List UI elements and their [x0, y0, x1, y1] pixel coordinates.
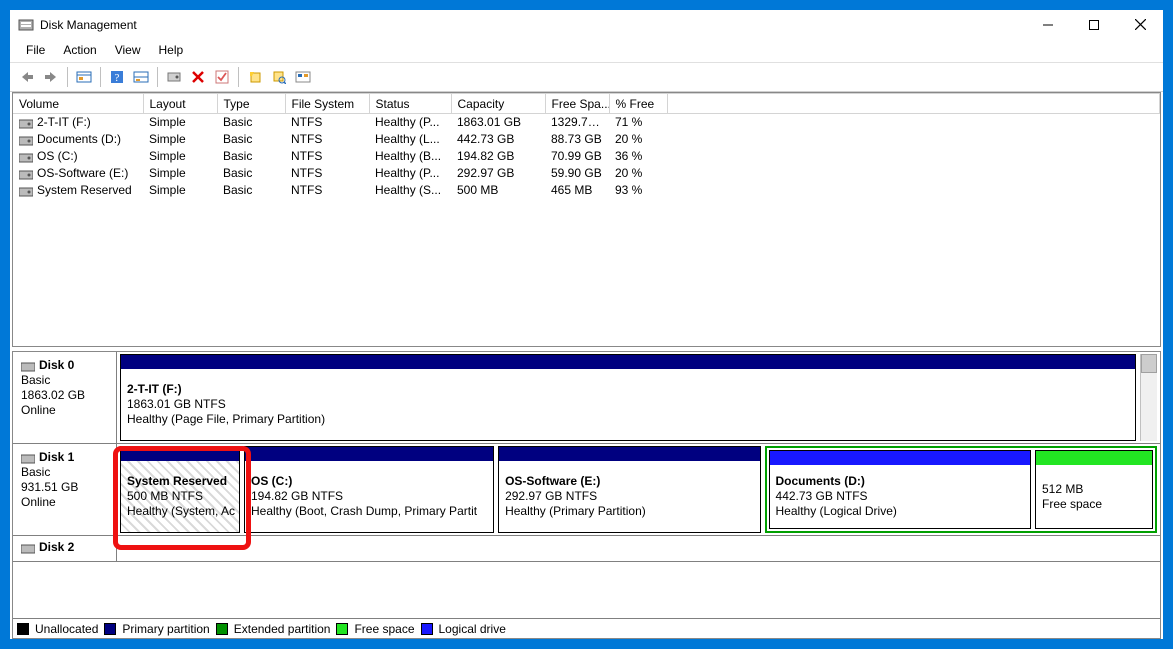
toolbar-disk-icon[interactable] [163, 66, 185, 88]
disk-icon [21, 361, 35, 371]
menu-action[interactable]: Action [55, 41, 104, 59]
disk-icon [21, 453, 35, 463]
disk-icon [21, 543, 35, 553]
legend-freespace: Free space [354, 622, 414, 636]
checkmark-icon[interactable] [211, 66, 233, 88]
volume-table: Volume Layout Type File System Status Ca… [13, 93, 1160, 199]
back-button[interactable] [16, 66, 38, 88]
partition-os-software-e[interactable]: OS-Software (E:) 292.97 GB NTFS Healthy … [498, 446, 760, 533]
col-type[interactable]: Type [217, 94, 285, 114]
legend-swatch-extended [216, 623, 228, 635]
table-row[interactable]: 2-T-IT (F:)SimpleBasicNTFSHealthy (P...1… [13, 114, 1160, 131]
legend-swatch-logical [421, 623, 433, 635]
volume-list-pane[interactable]: Volume Layout Type File System Status Ca… [12, 92, 1161, 347]
partition-free-space[interactable]: 512 MB Free space [1035, 450, 1153, 529]
col-volume[interactable]: Volume [13, 94, 143, 114]
legend-swatch-unallocated [17, 623, 29, 635]
toolbar-new-icon[interactable] [244, 66, 266, 88]
col-pctfree[interactable]: % Free [609, 94, 667, 114]
column-header-row: Volume Layout Type File System Status Ca… [13, 94, 1160, 114]
disk-graphical-pane[interactable]: Disk 0 Basic 1863.02 GB Online 2-T-IT (F… [12, 351, 1161, 639]
legend-logical: Logical drive [439, 622, 506, 636]
svg-text:?: ? [115, 72, 120, 84]
toolbar: ? [10, 63, 1163, 91]
disk-management-window: Disk Management File Action View Help ? [9, 9, 1164, 640]
menu-help[interactable]: Help [151, 41, 192, 59]
col-status[interactable]: Status [369, 94, 451, 114]
table-row[interactable]: System ReservedSimpleBasicNTFSHealthy (S… [13, 182, 1160, 199]
legend-swatch-freespace [336, 623, 348, 635]
menu-file[interactable]: File [18, 41, 53, 59]
menu-view[interactable]: View [107, 41, 149, 59]
extended-partition[interactable]: Documents (D:) 442.73 GB NTFS Healthy (L… [765, 446, 1157, 533]
partition-system-reserved[interactable]: System Reserved 500 MB NTFS Healthy (Sys… [120, 446, 240, 533]
close-button[interactable] [1117, 10, 1163, 40]
table-row[interactable]: Documents (D:)SimpleBasicNTFSHealthy (L.… [13, 131, 1160, 148]
menubar: File Action View Help [10, 40, 1163, 60]
col-capacity[interactable]: Capacity [451, 94, 545, 114]
col-layout[interactable]: Layout [143, 94, 217, 114]
toolbar-search-icon[interactable] [268, 66, 290, 88]
window-title: Disk Management [40, 18, 137, 32]
minimize-button[interactable] [1025, 10, 1071, 40]
col-freespace[interactable]: Free Spa... [545, 94, 609, 114]
app-icon [18, 17, 34, 33]
legend-primary: Primary partition [122, 622, 209, 636]
disk-1-label[interactable]: Disk 1 Basic 931.51 GB Online [13, 444, 117, 535]
partition-d0-2tit[interactable]: 2-T-IT (F:) 1863.01 GB NTFS Healthy (Pag… [120, 354, 1136, 441]
disk-2-label[interactable]: Disk 2 [13, 536, 117, 561]
delete-button[interactable] [187, 66, 209, 88]
partition-os-c[interactable]: OS (C:) 194.82 GB NTFS Healthy (Boot, Cr… [244, 446, 494, 533]
disk-row-1: Disk 1 Basic 931.51 GB Online System Res… [13, 444, 1160, 536]
help-button[interactable]: ? [106, 66, 128, 88]
toolbar-volume-list-icon[interactable] [292, 66, 314, 88]
titlebar[interactable]: Disk Management [10, 10, 1163, 40]
disk-row-0: Disk 0 Basic 1863.02 GB Online 2-T-IT (F… [13, 352, 1160, 444]
scrollbar-up[interactable] [1140, 354, 1157, 441]
disk-0-label[interactable]: Disk 0 Basic 1863.02 GB Online [13, 352, 117, 443]
disk-row-2: Disk 2 [13, 536, 1160, 562]
forward-button[interactable] [40, 66, 62, 88]
legend-extended: Extended partition [234, 622, 331, 636]
table-row[interactable]: OS-Software (E:)SimpleBasicNTFSHealthy (… [13, 165, 1160, 182]
partition-documents-d[interactable]: Documents (D:) 442.73 GB NTFS Healthy (L… [769, 450, 1031, 529]
legend: Unallocated Primary partition Extended p… [13, 618, 1160, 638]
table-row[interactable]: OS (C:)SimpleBasicNTFSHealthy (B...194.8… [13, 148, 1160, 165]
toolbar-panel-icon[interactable] [130, 66, 152, 88]
col-blank[interactable] [667, 94, 1160, 114]
col-fs[interactable]: File System [285, 94, 369, 114]
maximize-button[interactable] [1071, 10, 1117, 40]
toolbar-settings-icon[interactable] [73, 66, 95, 88]
legend-swatch-primary [104, 623, 116, 635]
legend-unallocated: Unallocated [35, 622, 98, 636]
